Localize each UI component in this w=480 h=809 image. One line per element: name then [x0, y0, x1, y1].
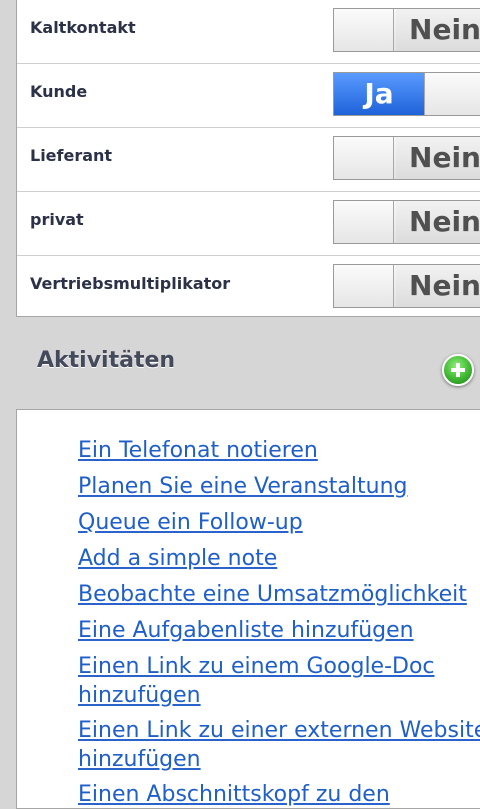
switch-knob — [334, 265, 394, 307]
kaltkontakt-switch[interactable]: Nein — [333, 8, 480, 52]
switch-state: Nein — [396, 9, 480, 51]
switch-knob — [424, 73, 480, 115]
toggle-label: Lieferant — [30, 146, 113, 165]
switch-knob — [334, 137, 394, 179]
toggle-row-kunde: Kunde Ja — [17, 64, 480, 128]
activities-card: Ein Telefonat notieren Planen Sie eine V… — [16, 409, 480, 809]
link-google-doc[interactable]: Einen Link zu einem Google-Doc — [78, 652, 435, 681]
link-simple-note[interactable]: Add a simple note — [78, 544, 277, 573]
link-externe-website[interactable]: Einen Link zu einer externen Website — [78, 716, 480, 745]
link-abschnittskopf[interactable]: Einen Abschnittskopf zu den — [78, 780, 390, 809]
link-follow-up[interactable]: Queue ein Follow-up — [78, 508, 303, 537]
toggle-label: Vertriebsmultiplikator — [30, 274, 231, 293]
switch-state: Ja — [334, 73, 424, 115]
toggle-label: Kaltkontakt — [30, 18, 136, 37]
add-activity-button[interactable] — [442, 354, 474, 386]
vertriebsmultiplikator-switch[interactable]: Nein — [333, 264, 480, 308]
toggle-row-privat: privat Nein — [17, 192, 480, 256]
switch-knob — [334, 9, 394, 51]
link-telefonat[interactable]: Ein Telefonat notieren — [78, 436, 318, 465]
switch-knob — [334, 201, 394, 243]
toggle-row-lieferant: Lieferant Nein — [17, 128, 480, 192]
flags-card: Kaltkontakt Nein Kunde Ja Lieferant Nein… — [16, 0, 480, 317]
plus-icon-vertical — [456, 363, 460, 377]
privat-switch[interactable]: Nein — [333, 200, 480, 244]
link-google-doc-line2[interactable]: hinzufügen — [78, 681, 201, 710]
activities-title: Aktivitäten — [37, 348, 176, 373]
link-veranstaltung[interactable]: Planen Sie eine Veranstaltung — [78, 472, 408, 501]
lieferant-switch[interactable]: Nein — [333, 136, 480, 180]
toggle-label: privat — [30, 210, 84, 229]
screen: Kaltkontakt Nein Kunde Ja Lieferant Nein… — [0, 0, 480, 809]
toggle-label: Kunde — [30, 82, 88, 101]
switch-state: Nein — [396, 137, 480, 179]
switch-state: Nein — [396, 265, 480, 307]
toggle-row-vertriebsmultiplikator: Vertriebsmultiplikator Nein — [17, 256, 480, 320]
toggle-row-kaltkontakt: Kaltkontakt Nein — [17, 0, 480, 64]
link-umsatzmoeglichkeit[interactable]: Beobachte eine Umsatzmöglichkeit — [78, 580, 467, 609]
link-externe-website-line2[interactable]: hinzufügen — [78, 745, 201, 774]
link-aufgabenliste[interactable]: Eine Aufgabenliste hinzufügen — [78, 616, 414, 645]
kunde-switch[interactable]: Ja — [333, 72, 480, 116]
switch-state: Nein — [396, 201, 480, 243]
